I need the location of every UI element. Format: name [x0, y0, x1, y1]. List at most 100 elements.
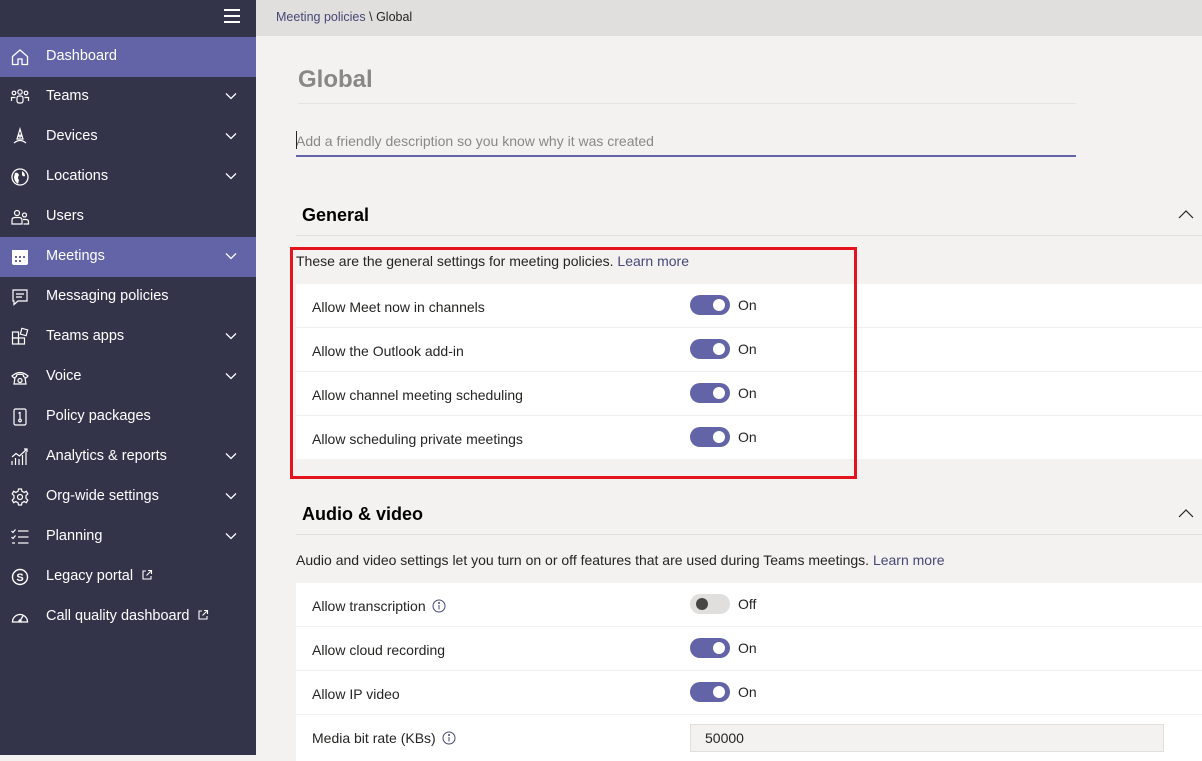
info-icon[interactable]: [442, 731, 456, 745]
sidebar-item-policy-packages[interactable]: Policy packages: [0, 397, 256, 437]
setting-row: Allow IP video On: [296, 671, 1202, 715]
private-meetings-toggle[interactable]: [690, 427, 730, 447]
sidebar-item-users[interactable]: Users: [0, 197, 256, 237]
chevron-down-icon[interactable]: [225, 132, 237, 140]
general-section-heading: General: [302, 205, 370, 225]
toggle-knob: [713, 431, 725, 443]
meet-now-toggle[interactable]: [690, 295, 730, 315]
toggle-state: On: [738, 297, 757, 313]
chevron-down-icon[interactable]: [225, 92, 237, 100]
toggle-state: On: [738, 684, 757, 700]
hamburger-menu-icon[interactable]: [224, 9, 240, 23]
sidebar-item-label: Locations: [46, 168, 109, 184]
sidebar-item-devices[interactable]: Devices: [0, 117, 256, 157]
toggle-knob: [696, 598, 708, 610]
toggle-knob: [713, 343, 725, 355]
setting-label: Media bit rate (KBs): [312, 730, 456, 746]
toggle-state: On: [738, 385, 757, 401]
general-learn-more-link[interactable]: Learn more: [617, 253, 689, 269]
sidebar-item-analytics-reports[interactable]: Analytics & reports: [0, 437, 256, 477]
sidebar-item-label: Teams apps: [46, 328, 125, 344]
apps-icon: [10, 327, 30, 347]
breadcrumb-parent-link[interactable]: Meeting policies: [276, 10, 366, 24]
sidebar-item-org-wide-settings[interactable]: Org-wide settings: [0, 477, 256, 517]
checklist-icon: [10, 527, 30, 547]
description-input[interactable]: [296, 127, 1076, 157]
setting-row: Allow scheduling private meetings On: [296, 416, 1202, 459]
sidebar-item-locations[interactable]: Locations: [0, 157, 256, 197]
toggle-knob: [713, 387, 725, 399]
sidebar-item-label: Users: [46, 208, 84, 224]
sidebar-item-planning[interactable]: Planning: [0, 517, 256, 557]
toggle-state: On: [738, 640, 757, 656]
setting-label: Allow the Outlook add-in: [312, 343, 464, 359]
sidebar-item-messaging-policies[interactable]: Messaging policies: [0, 277, 256, 317]
cloud-recording-toggle[interactable]: [690, 638, 730, 658]
setting-label: Allow transcription: [312, 598, 446, 614]
chevron-up-icon[interactable]: [1178, 508, 1194, 518]
chevron-down-icon[interactable]: [225, 492, 237, 500]
sidebar-item-teams-apps[interactable]: Teams apps: [0, 317, 256, 357]
audio-video-settings-card: Allow transcription Off Allow cloud reco…: [296, 583, 1202, 761]
sidebar-item-voice[interactable]: Voice: [0, 357, 256, 397]
title-divider: [298, 103, 1076, 104]
globe-icon: [10, 167, 30, 187]
sidebar-item-label-text: Legacy portal: [46, 568, 134, 584]
chevron-up-icon[interactable]: [1178, 209, 1194, 219]
nav-list: Dashboard Teams Devices Locations Users …: [0, 37, 256, 637]
chevron-down-icon[interactable]: [225, 452, 237, 460]
setting-label-text: Media bit rate (KBs): [312, 730, 436, 746]
sidebar-item-legacy-portal[interactable]: S Legacy portal: [0, 557, 256, 597]
chevron-down-icon[interactable]: [225, 252, 237, 260]
general-settings-card: Allow Meet now in channels On Allow the …: [296, 284, 1202, 459]
general-section-divider: [296, 235, 1202, 236]
gear-icon: [10, 487, 30, 507]
left-nav: Dashboard Teams Devices Locations Users …: [0, 0, 256, 755]
setting-label-text: Allow transcription: [312, 598, 426, 614]
toggle-state: On: [738, 429, 757, 445]
setting-row: Allow cloud recording On: [296, 627, 1202, 671]
sidebar-item-label: Legacy portal: [46, 568, 153, 584]
sidebar-item-dashboard[interactable]: Dashboard: [0, 37, 256, 77]
chevron-down-icon[interactable]: [225, 172, 237, 180]
sidebar-item-label: Devices: [46, 128, 98, 144]
setting-label: Allow channel meeting scheduling: [312, 387, 523, 403]
setting-label: Allow scheduling private meetings: [312, 431, 523, 447]
ip-video-toggle[interactable]: [690, 682, 730, 702]
gauge-icon: [10, 607, 30, 627]
media-bit-rate-input[interactable]: [690, 724, 1164, 752]
chevron-down-icon[interactable]: [225, 372, 237, 380]
sidebar-item-label: Meetings: [46, 248, 105, 264]
audio-video-learn-more-link[interactable]: Learn more: [873, 552, 945, 568]
toggle-knob: [713, 299, 725, 311]
sidebar-item-call-quality-dashboard[interactable]: Call quality dashboard: [0, 597, 256, 637]
setting-row: Allow the Outlook add-in On: [296, 328, 1202, 372]
svg-text:S: S: [16, 572, 23, 584]
toggle-knob: [713, 686, 725, 698]
setting-row: Media bit rate (KBs): [296, 715, 1202, 761]
skype-icon: S: [10, 567, 30, 587]
audio-video-section-heading: Audio & video: [302, 504, 423, 524]
sidebar-item-teams[interactable]: Teams: [0, 77, 256, 117]
outlook-addin-toggle[interactable]: [690, 339, 730, 359]
sidebar-item-label: Dashboard: [46, 48, 117, 64]
analytics-icon: [10, 447, 30, 467]
sidebar-item-label: Voice: [46, 368, 82, 384]
phone-icon: [10, 367, 30, 387]
setting-row: Allow channel meeting scheduling On: [296, 372, 1202, 416]
breadcrumb-separator: \: [365, 10, 377, 24]
audio-video-section-description: Audio and video settings let you turn on…: [296, 552, 945, 568]
general-section-description: These are the general settings for meeti…: [296, 253, 689, 269]
chevron-down-icon[interactable]: [225, 332, 237, 340]
top-bar: Meeting policies \ Global: [256, 0, 1202, 36]
info-icon[interactable]: [432, 599, 446, 613]
sidebar-item-meetings[interactable]: Meetings: [0, 237, 256, 277]
message-icon: [10, 287, 30, 307]
toggle-state: Off: [738, 596, 757, 612]
setting-row: Allow Meet now in channels On: [296, 284, 1202, 328]
toggle-state: On: [738, 341, 757, 357]
transcription-toggle[interactable]: [690, 594, 730, 614]
devices-icon: [10, 127, 30, 147]
channel-meeting-scheduling-toggle[interactable]: [690, 383, 730, 403]
chevron-down-icon[interactable]: [225, 532, 237, 540]
